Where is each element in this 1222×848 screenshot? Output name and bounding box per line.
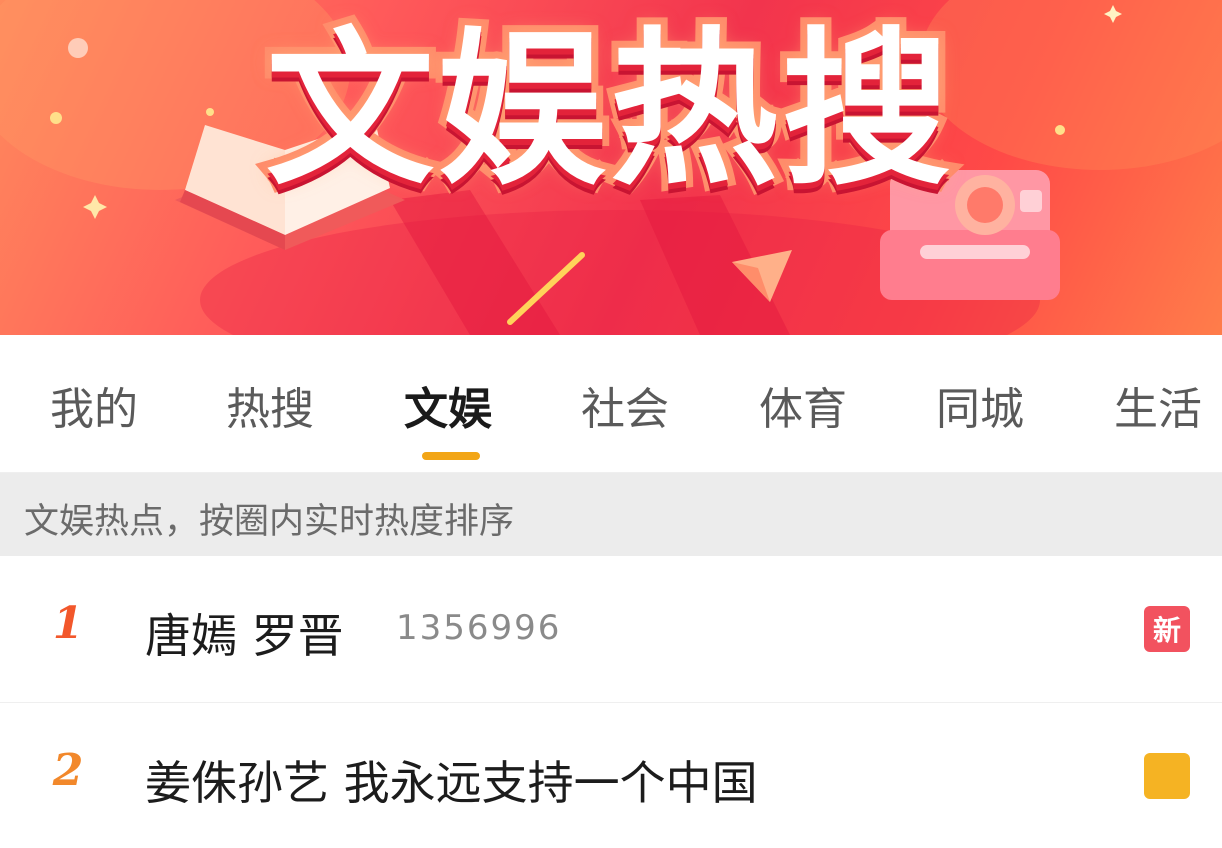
tab-hot-search[interactable]: 热搜 <box>226 373 314 435</box>
list-item[interactable]: 1 唐嫣 罗晋 1356996 新 <box>0 556 1222 702</box>
tab-sports[interactable]: 体育 <box>759 373 847 435</box>
list-item[interactable]: 2 姜侏孙艺 我永远支持一个中国 <box>0 702 1222 848</box>
tab-mine[interactable]: 我的 <box>50 373 138 435</box>
tab-local[interactable]: 同城 <box>936 373 1024 435</box>
hot-badge <box>1144 753 1190 799</box>
tab-life[interactable]: 生活 <box>1114 373 1202 435</box>
hot-search-banner: 文娱热搜 文娱热搜 <box>0 0 1222 335</box>
tab-society[interactable]: 社会 <box>581 373 669 435</box>
rank-number: 1 <box>52 598 84 649</box>
tab-entertainment[interactable]: 文娱 <box>404 373 492 435</box>
active-tab-indicator <box>422 452 480 460</box>
topic-title[interactable]: 姜侏孙艺 我永远支持一个中国 <box>145 747 758 813</box>
hot-search-list: 1 唐嫣 罗晋 1356996 新 2 姜侏孙艺 我永远支持一个中国 <box>0 556 1222 810</box>
heat-value: 1356996 <box>396 608 562 648</box>
category-description-bar: 文娱热点，按圈内实时热度排序 <box>0 473 1222 556</box>
category-description: 文娱热点，按圈内实时热度排序 <box>24 502 515 542</box>
new-badge: 新 <box>1144 606 1190 652</box>
sparkle-icon <box>83 195 107 219</box>
topic-title[interactable]: 唐嫣 罗晋 <box>145 600 344 666</box>
banner-title: 文娱热搜 <box>261 7 955 213</box>
rank-number: 2 <box>52 745 84 796</box>
category-tab-bar: 我的 热搜 文娱 社会 体育 同城 生活 <box>0 335 1222 473</box>
